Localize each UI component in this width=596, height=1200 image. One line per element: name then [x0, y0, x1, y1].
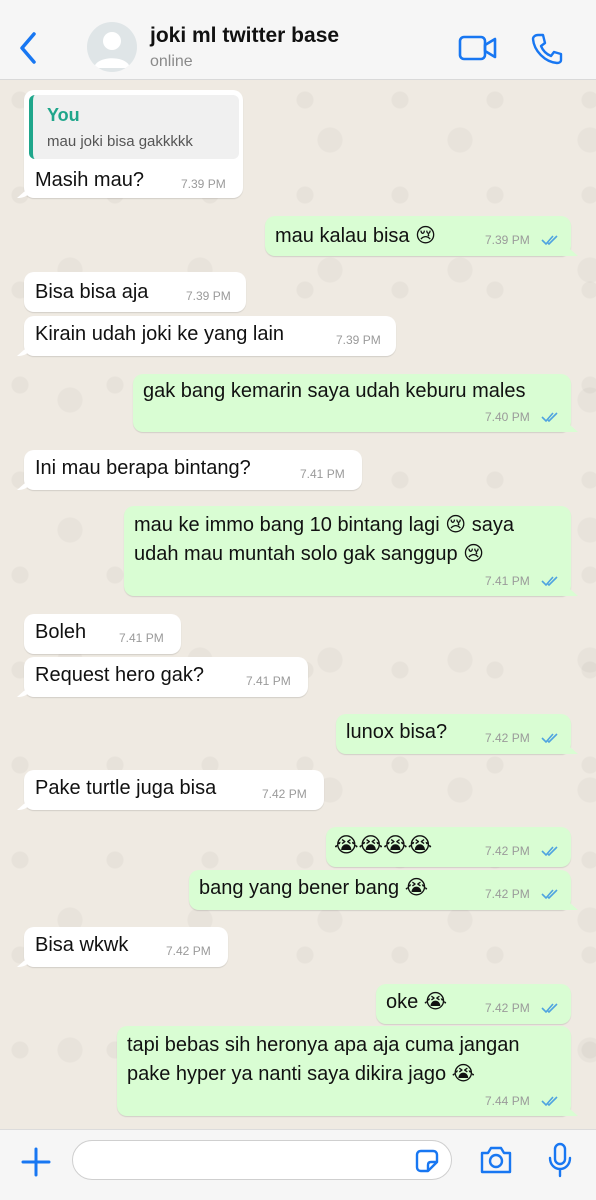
message-time: 7.39 PM [485, 233, 530, 247]
outgoing-message[interactable]: lunox bisa? 7.42 PM [336, 714, 571, 754]
message-text: Boleh [35, 621, 87, 643]
message-composer [0, 1129, 596, 1200]
message-text: Pake turtle juga bisa [35, 777, 217, 799]
message-time: 7.39 PM [336, 333, 381, 347]
message-time: 7.41 PM [300, 467, 345, 481]
message-time: 7.40 PM [485, 410, 530, 424]
outgoing-message[interactable]: gak bang kemarin saya udah keburu males … [133, 374, 571, 432]
message-text-line-2: pake hyper ya nanti saya dikira jago 😭 [127, 1063, 476, 1085]
outgoing-message[interactable]: tapi bebas sih heronya apa aja cuma jang… [117, 1026, 571, 1116]
message-text: Request hero gak? [35, 664, 205, 686]
chevron-left-icon[interactable] [14, 28, 42, 68]
outgoing-message[interactable]: oke 😭 7.42 PM [376, 984, 571, 1024]
message-time: 7.42 PM [166, 944, 211, 958]
message-text: oke 😭 [386, 991, 448, 1013]
incoming-message[interactable]: Kirain udah joki ke yang lain 7.39 PM [24, 316, 396, 356]
message-time: 7.39 PM [181, 177, 226, 191]
message-text: Bisa wkwk [35, 934, 129, 956]
contact-status: online [150, 53, 193, 70]
phone-icon[interactable] [530, 32, 564, 66]
message-input[interactable] [72, 1140, 452, 1180]
quote-text: mau joki bisa gakkkkk [47, 133, 193, 150]
contact-name[interactable]: joki ml twitter base [150, 24, 339, 48]
video-camera-icon[interactable] [458, 33, 498, 63]
quote-author: You [47, 105, 80, 125]
message-time: 7.42 PM [485, 731, 530, 745]
quoted-reply[interactable]: You mau joki bisa gakkkkk [29, 95, 239, 159]
message-time: 7.42 PM [485, 887, 530, 901]
message-text: Masih mau? [35, 169, 144, 191]
microphone-icon[interactable] [547, 1142, 573, 1178]
avatar[interactable] [87, 22, 137, 72]
message-time: 7.42 PM [485, 844, 530, 858]
message-text: lunox bisa? [346, 721, 448, 743]
read-ticks-icon [541, 846, 558, 857]
message-time: 7.39 PM [186, 289, 231, 303]
message-time: 7.41 PM [119, 631, 164, 645]
message-text-line-1: mau ke immo bang 10 bintang lagi 😢 saya [134, 514, 514, 536]
incoming-message[interactable]: Pake turtle juga bisa 7.42 PM [24, 770, 324, 810]
read-ticks-icon [541, 1003, 558, 1014]
read-ticks-icon [541, 1096, 558, 1107]
message-time: 7.41 PM [485, 574, 530, 588]
incoming-message[interactable]: Request hero gak? 7.41 PM [24, 657, 308, 697]
message-text: Kirain udah joki ke yang lain [35, 323, 285, 345]
message-time: 7.44 PM [485, 1094, 530, 1108]
chat-header: joki ml twitter base online [0, 0, 596, 80]
read-ticks-icon [541, 235, 558, 246]
message-text: bang yang bener bang 😭 [199, 877, 429, 899]
message-text-line-1: tapi bebas sih heronya apa aja cuma jang… [127, 1034, 520, 1056]
read-ticks-icon [541, 412, 558, 423]
outgoing-message[interactable]: 😭😭😭😭 7.42 PM [326, 827, 571, 867]
outgoing-message[interactable]: bang yang bener bang 😭 7.42 PM [189, 870, 571, 910]
message-text-line-2: udah mau muntah solo gak sanggup 😢 [134, 543, 484, 565]
message-text: 😭😭😭😭 [334, 834, 433, 857]
message-text: Ini mau berapa bintang? [35, 457, 251, 479]
message-text: Bisa bisa aja [35, 281, 149, 303]
chat-area[interactable]: You mau joki bisa gakkkkk Masih mau? 7.3… [0, 80, 596, 1129]
message-text: gak bang kemarin saya udah keburu males [143, 380, 526, 402]
incoming-message[interactable]: Boleh 7.41 PM [24, 614, 181, 654]
incoming-message[interactable]: Ini mau berapa bintang? 7.41 PM [24, 450, 362, 490]
read-ticks-icon [541, 889, 558, 900]
incoming-message[interactable]: Bisa bisa aja 7.39 PM [24, 272, 246, 312]
message-time: 7.42 PM [485, 1001, 530, 1015]
read-ticks-icon [541, 733, 558, 744]
outgoing-message[interactable]: mau ke immo bang 10 bintang lagi 😢 saya … [124, 506, 571, 596]
plus-icon[interactable] [18, 1144, 54, 1180]
message-text: mau kalau bisa 😢 [275, 225, 436, 247]
message-time: 7.41 PM [246, 674, 291, 688]
outgoing-message[interactable]: mau kalau bisa 😢 7.39 PM [265, 216, 571, 256]
message-time: 7.42 PM [262, 787, 307, 801]
camera-icon[interactable] [478, 1144, 514, 1176]
read-ticks-icon [541, 576, 558, 587]
incoming-message[interactable]: You mau joki bisa gakkkkk Masih mau? 7.3… [24, 90, 243, 198]
incoming-message[interactable]: Bisa wkwk 7.42 PM [24, 927, 228, 967]
sticker-icon[interactable] [414, 1148, 440, 1174]
